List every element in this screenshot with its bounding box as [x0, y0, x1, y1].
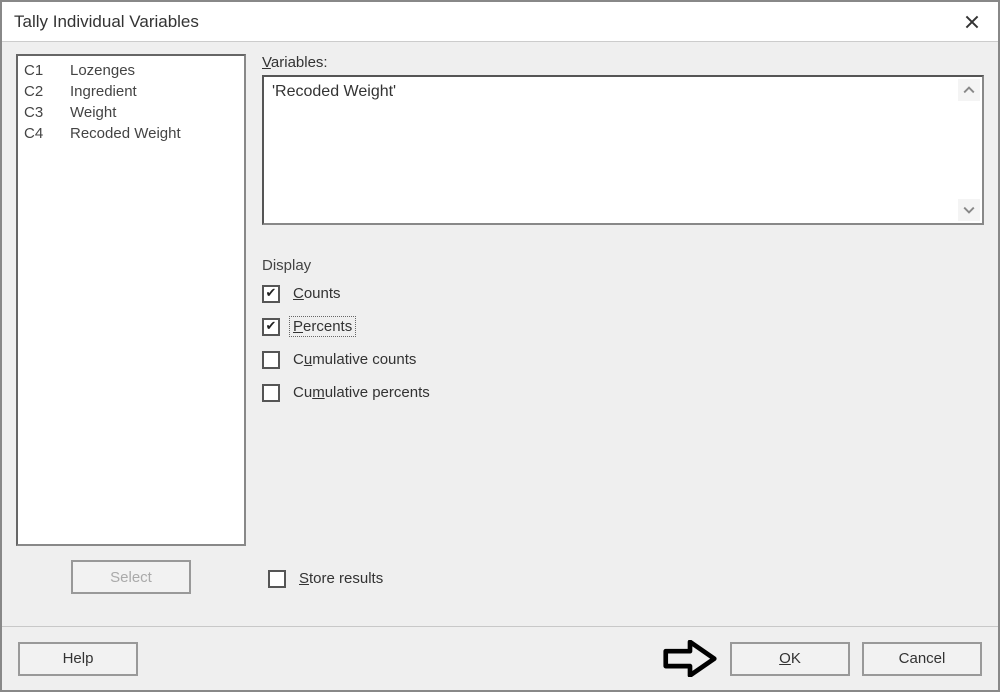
columns-listbox[interactable]: C1 Lozenges C2 Ingredient C3 Weight C4 R…	[16, 54, 246, 546]
counts-checkbox-row[interactable]: Counts	[262, 284, 984, 303]
store-results-checkbox[interactable]	[268, 570, 286, 588]
dialog-body: C1 Lozenges C2 Ingredient C3 Weight C4 R…	[2, 42, 998, 626]
list-item[interactable]: C4 Recoded Weight	[24, 123, 238, 144]
ok-button-label: OK	[779, 650, 801, 667]
cancel-button-label: Cancel	[899, 650, 946, 667]
cancel-button[interactable]: Cancel	[862, 642, 982, 676]
list-item[interactable]: C1 Lozenges	[24, 60, 238, 81]
scroll-down-button[interactable]	[958, 199, 980, 221]
variables-input[interactable]: 'Recoded Weight'	[262, 75, 984, 225]
close-button[interactable]	[952, 6, 992, 38]
counts-label: Counts	[290, 284, 344, 303]
variables-label: Variables:	[262, 54, 984, 71]
select-button: Select	[71, 560, 191, 594]
cumulative-percents-label: Cumulative percents	[290, 383, 433, 402]
counts-checkbox[interactable]	[262, 285, 280, 303]
cumulative-counts-checkbox-row[interactable]: Cumulative counts	[262, 350, 984, 369]
help-button[interactable]: Help	[18, 642, 138, 676]
chevron-down-icon	[963, 204, 975, 216]
list-item[interactable]: C3 Weight	[24, 102, 238, 123]
store-results-label: Store results	[296, 569, 386, 588]
store-results-checkbox-row[interactable]: Store results	[268, 569, 386, 588]
list-item[interactable]: C2 Ingredient	[24, 81, 238, 102]
help-button-label: Help	[63, 650, 94, 667]
cumulative-counts-label: Cumulative counts	[290, 350, 419, 369]
dialog-footer: Help OK Cancel	[2, 626, 998, 690]
column-name: Lozenges	[70, 60, 135, 81]
scroll-up-button[interactable]	[958, 79, 980, 101]
cumulative-percents-checkbox[interactable]	[262, 384, 280, 402]
ok-button[interactable]: OK	[730, 642, 850, 676]
select-button-label: Select	[110, 569, 152, 586]
column-name: Recoded Weight	[70, 123, 181, 144]
display-group-label: Display	[262, 257, 984, 274]
cumulative-percents-checkbox-row[interactable]: Cumulative percents	[262, 383, 984, 402]
dialog-window: Tally Individual Variables C1 Lozenges C…	[0, 0, 1000, 692]
annotation-arrow	[662, 639, 718, 679]
column-name: Weight	[70, 102, 116, 123]
column-name: Ingredient	[70, 81, 137, 102]
chevron-up-icon	[963, 84, 975, 96]
window-title: Tally Individual Variables	[14, 12, 199, 32]
arrow-right-icon	[662, 640, 718, 677]
column-id: C1	[24, 60, 56, 81]
column-id: C2	[24, 81, 56, 102]
column-id: C4	[24, 123, 56, 144]
close-icon	[965, 15, 979, 29]
titlebar: Tally Individual Variables	[2, 2, 998, 42]
percents-label: Percents	[290, 317, 355, 336]
display-group: Display Counts Percents Cumulative count…	[262, 257, 984, 416]
variables-value: 'Recoded Weight'	[272, 83, 396, 100]
percents-checkbox[interactable]	[262, 318, 280, 336]
cumulative-counts-checkbox[interactable]	[262, 351, 280, 369]
column-id: C3	[24, 102, 56, 123]
percents-checkbox-row[interactable]: Percents	[262, 317, 984, 336]
